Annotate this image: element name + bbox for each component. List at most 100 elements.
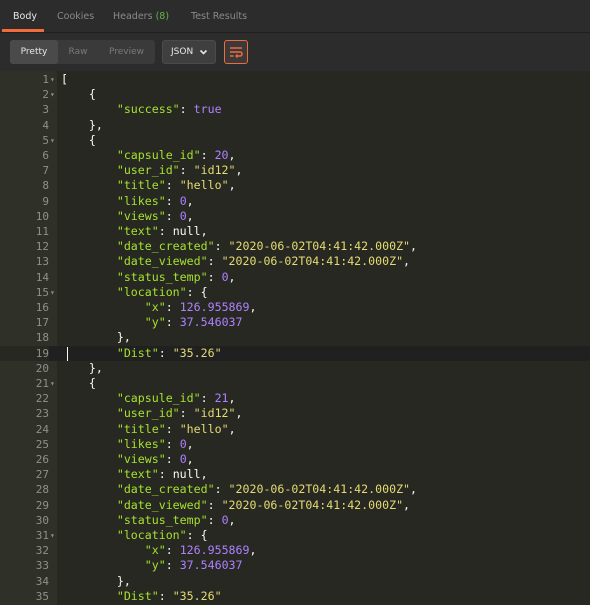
code-line: 34 }, [0,574,590,589]
code-text: "views": 0, [61,452,194,467]
active-tab-indicator [2,29,44,32]
fold-toggle-icon[interactable]: ▾ [50,72,58,87]
fold-toggle-icon[interactable]: ▾ [50,133,58,148]
tab-cookies[interactable]: Cookies [57,0,94,33]
code-line: 23 "user_id": "id12", [0,406,590,421]
code-token: : null, [158,467,208,482]
code-token: : [179,406,194,421]
code-token: "title" [116,178,166,193]
fold-toggle-icon[interactable]: ▾ [50,528,58,543]
code-token: "user_id" [116,406,180,421]
code-token: : { [186,528,208,542]
code-token: 0 [179,436,187,451]
code-token: : [207,254,222,269]
pretty-button[interactable]: Pretty [10,40,58,64]
code-token: "views" [116,208,166,223]
code-text: "title": "hello", [61,178,236,193]
tab-cookies-label: Cookies [57,11,95,22]
code-token: : [200,148,215,162]
code-line: 15 ▾ "location": { [0,285,590,300]
code-text: "location": { [61,285,208,300]
code-token: [ [61,72,68,86]
code-token: "x" [144,543,166,558]
code-token: "y" [144,558,166,573]
fold-toggle-icon[interactable]: ▾ [50,87,58,102]
code-token: , [228,148,236,162]
code-token: , [410,482,418,497]
code-token: "views" [116,452,166,466]
code-token: true [193,102,222,117]
code-text: "likes": 0, [61,194,194,209]
line-number: 1 [42,73,49,86]
code-token: : [165,193,180,208]
code-token: : null, [158,224,208,238]
preview-button[interactable]: Preview [98,40,155,64]
code-token: : [158,345,173,360]
response-body-editor[interactable]: 1 ▾[2 ▾ {3 "success": true 4 }, 5 ▾ {6 "capsu… [0,71,590,605]
line-number: 2 [42,88,49,102]
raw-button[interactable]: Raw [58,40,98,64]
code-token: , [228,391,236,406]
code-text: "text": null, [61,467,208,482]
code-token: "likes" [116,436,166,451]
code-token: : [214,482,229,497]
format-select[interactable]: JSON [162,40,216,64]
code-token: "2020-06-02T04:41:42.000Z" [228,239,411,254]
line-number: 10 [35,209,49,223]
code-line: 28 "date_created": "2020-06-02T04:41:42.… [0,482,590,497]
line-number: 5 [42,133,49,147]
code-token: { [61,376,96,390]
code-token: "likes" [116,193,166,208]
fold-toggle-icon[interactable]: ▾ [50,285,58,300]
response-toolbar: Pretty Raw Preview JSON [0,33,590,71]
code-token: "capsule_id" [116,148,201,162]
line-number: 23 [35,407,49,421]
tab-test-results[interactable]: Test Results [191,0,247,33]
code-text: "success": true [61,102,222,117]
code-token: "35.26" [172,588,222,603]
code-line: 2 ▾ { [0,87,590,102]
code-token: 37.546037 [179,315,243,330]
line-number: 34 [35,574,49,588]
code-line: 35 "Dist": "35.26" [0,589,590,604]
code-token: "status_temp" [116,269,208,284]
line-number: 11 [35,225,49,238]
wrap-lines-button[interactable] [224,40,248,64]
line-number: 26 [35,453,49,466]
code-token: "date_created" [116,239,215,254]
fold-toggle-icon[interactable]: ▾ [50,376,58,391]
code-text: "status_temp": 0, [61,270,236,285]
code-token: 37.546037 [179,558,243,573]
code-token: , [228,178,236,193]
code-text: }, [61,574,131,589]
code-token: : [207,512,222,527]
code-token: { [61,132,96,147]
code-token: : { [186,284,208,299]
code-line: 9 "likes": 0, [0,194,590,209]
line-number: 33 [35,559,49,573]
code-token: : [179,163,194,178]
code-token: : [165,178,180,193]
code-token: "user_id" [116,163,180,178]
code-text: "Dist": "35.26" [61,346,222,361]
line-number: 15 [35,285,49,299]
code-line: 14 "status_temp": 0, [0,270,590,285]
tab-headers[interactable]: Headers (8) [113,0,169,33]
code-token: : [165,558,180,573]
code-text: { [61,133,96,148]
code-token: { [61,87,96,102]
code-token: , [186,208,194,223]
code-line: 1 ▾[ [0,72,590,87]
code-token: "2020-06-02T04:41:42.000Z" [221,497,404,512]
line-number: 4 [42,118,49,132]
code-line: 8 "title": "hello", [0,178,590,193]
